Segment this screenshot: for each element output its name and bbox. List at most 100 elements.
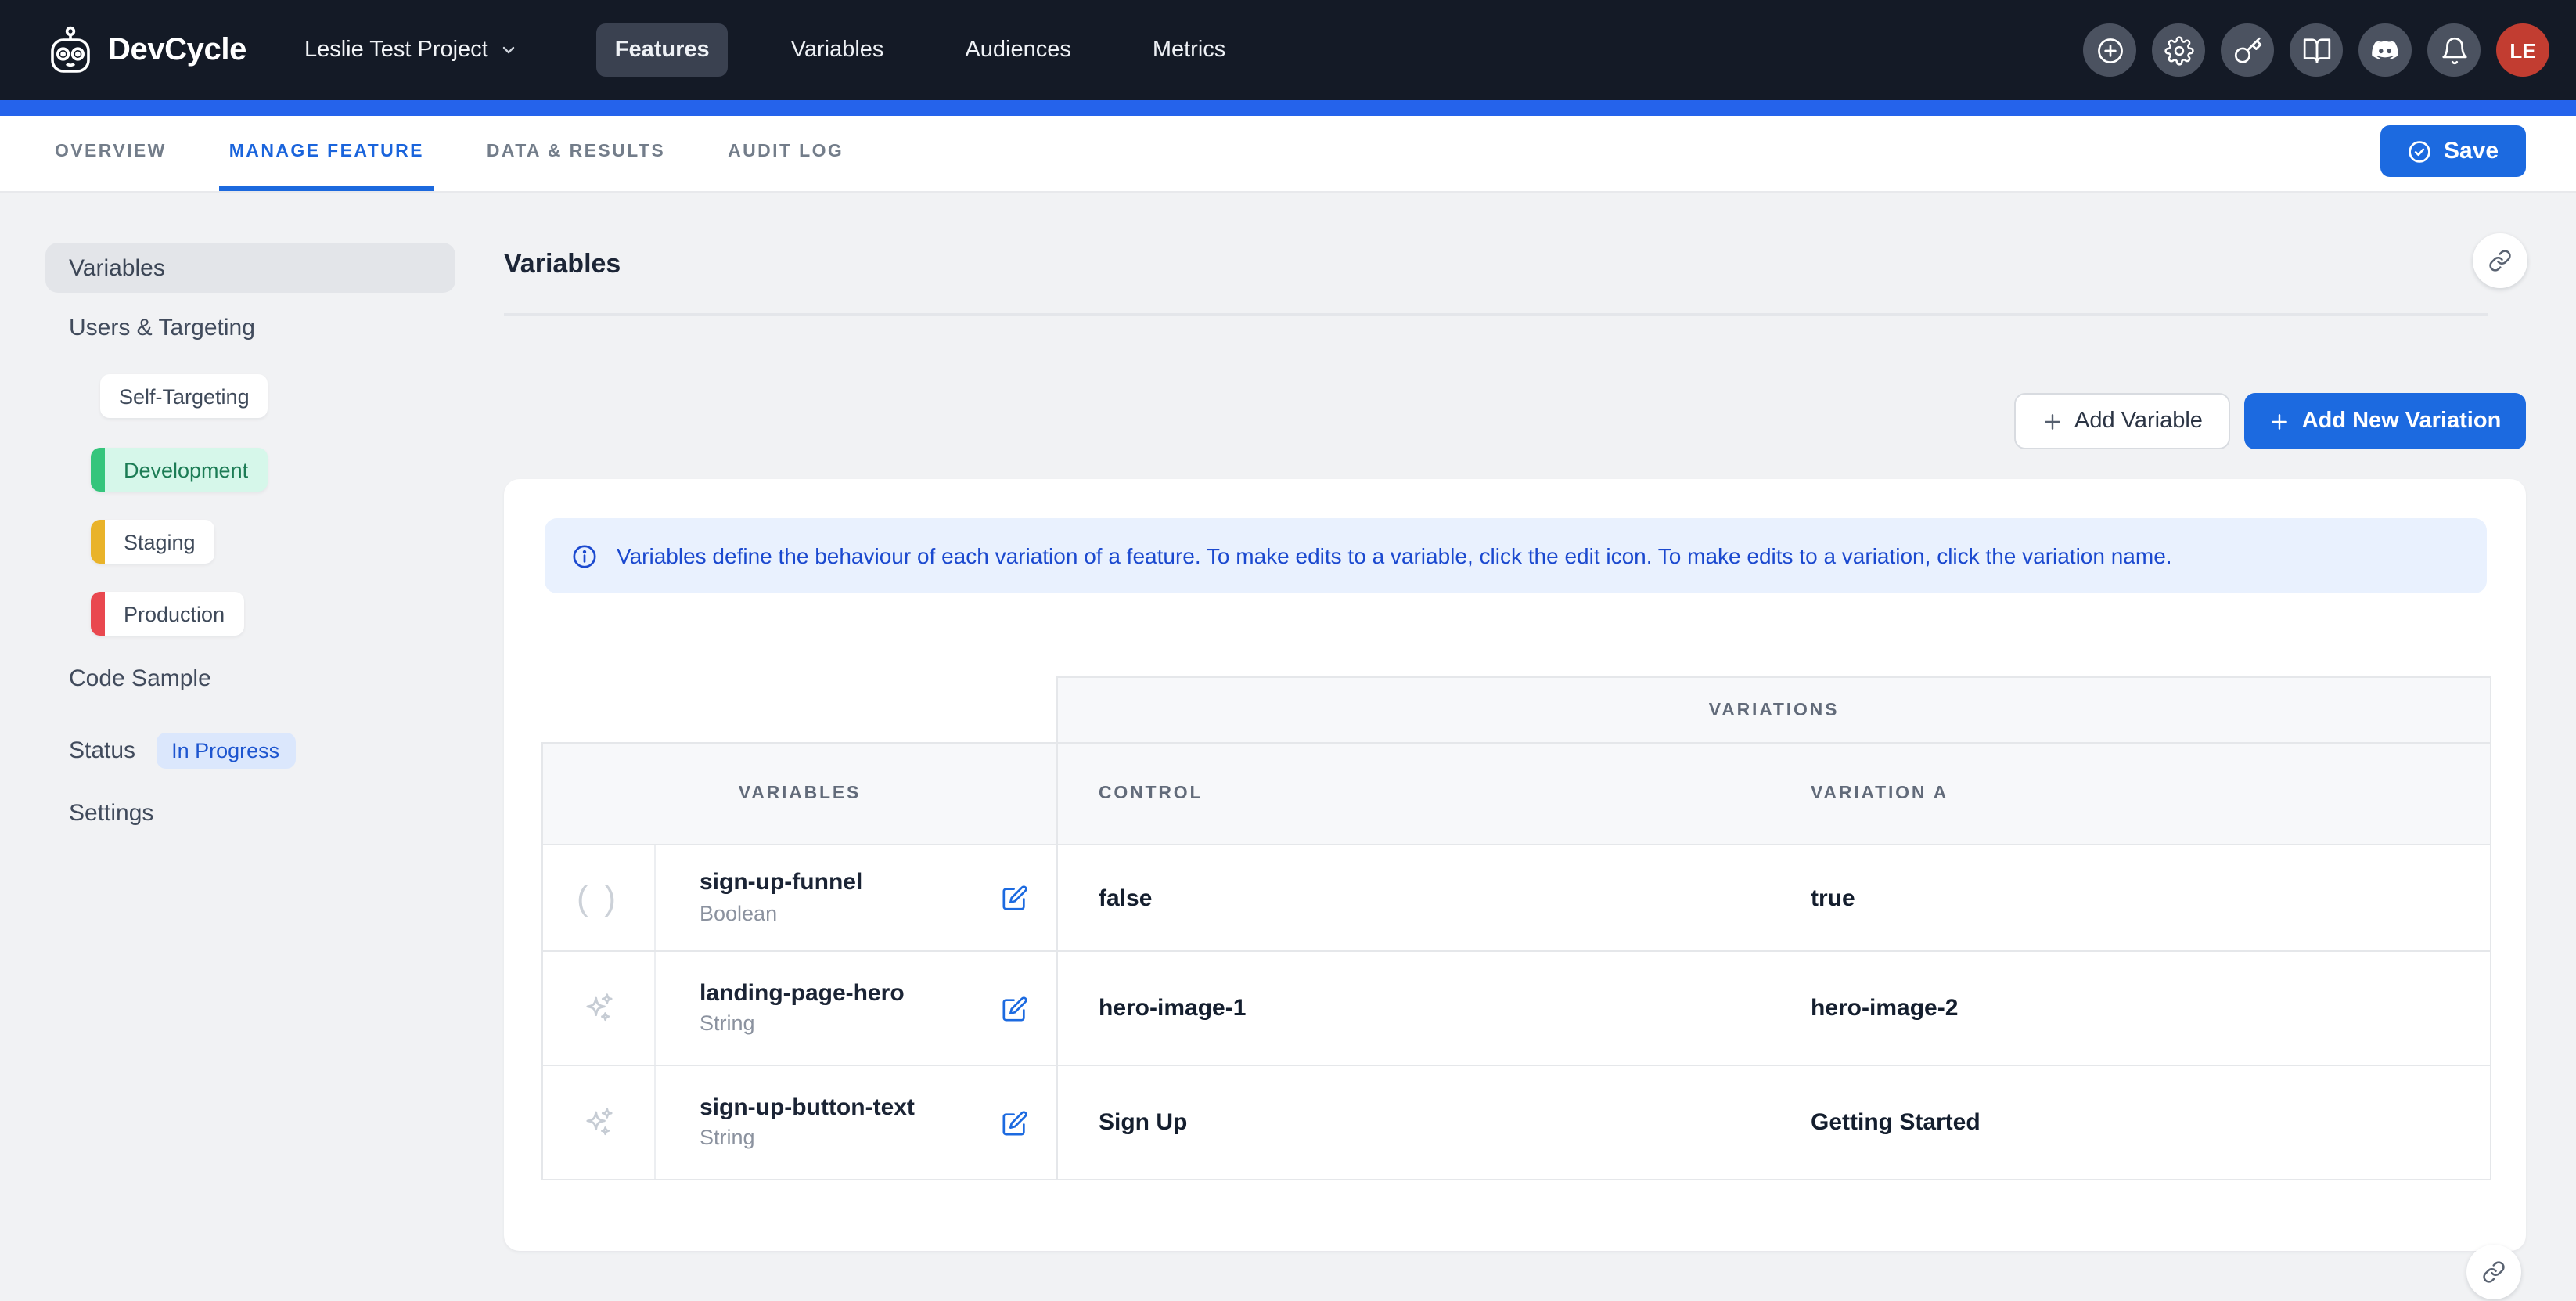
variables-table: VARIATIONS VARIABLES CONTROL VARIATION A… xyxy=(541,676,2491,1180)
string-type-icon xyxy=(543,1066,656,1179)
sidebar-item-users-targeting[interactable]: Users & Targeting xyxy=(69,315,255,341)
table-row: landing-page-hero String hero-image-1 he… xyxy=(541,952,2491,1066)
control-value: false xyxy=(1099,885,1152,911)
section-link-button[interactable] xyxy=(2473,233,2527,288)
variable-name-cell: sign-up-button-text String xyxy=(656,1066,1058,1179)
sidebar-item-variables[interactable]: Variables xyxy=(45,243,455,293)
variation-column-headers: CONTROL VARIATION A xyxy=(1058,744,2490,844)
control-value: hero-image-1 xyxy=(1099,995,1246,1022)
variation-a-value: true xyxy=(1811,885,1855,911)
notifications-bell-button[interactable] xyxy=(2427,23,2481,77)
string-type-icon xyxy=(543,952,656,1065)
variable-name-cell: sign-up-funnel Boolean xyxy=(656,845,1058,950)
variable-type: Boolean xyxy=(700,899,862,928)
nav-item-features[interactable]: Features xyxy=(596,23,729,77)
tab-audit-log[interactable]: AUDIT LOG xyxy=(718,116,853,191)
link-icon xyxy=(2482,1260,2506,1284)
project-selector-label: Leslie Test Project xyxy=(304,38,488,63)
control-column-label[interactable]: CONTROL xyxy=(1099,784,1203,803)
feature-progress-strip xyxy=(0,100,2576,116)
variable-name: sign-up-funnel xyxy=(700,868,862,900)
nav-item-metrics[interactable]: Metrics xyxy=(1134,23,1244,77)
info-banner-text: Variables define the behaviour of each v… xyxy=(617,543,2172,568)
feature-sidebar: Variables Users & Targeting Self-Targeti… xyxy=(0,193,504,1301)
brand-logo[interactable]: DevCycle xyxy=(47,25,246,75)
sidebar-env-production[interactable]: Production xyxy=(91,592,243,636)
primary-nav: Features Variables Audiences Metrics xyxy=(596,23,1245,77)
variation-a-column-label[interactable]: VARIATION A xyxy=(1811,784,1948,803)
discord-button[interactable] xyxy=(2358,23,2412,77)
edit-variable-button[interactable] xyxy=(1002,995,1028,1022)
header-spacer xyxy=(541,676,1056,742)
table-row: sign-up-button-text String Sign Up Getti… xyxy=(541,1066,2491,1180)
tab-data-results[interactable]: DATA & RESULTS xyxy=(477,116,675,191)
project-selector[interactable]: Leslie Test Project xyxy=(304,38,518,63)
variation-a-value: Getting Started xyxy=(1811,1109,1981,1136)
tab-manage-feature[interactable]: MANAGE FEATURE xyxy=(220,116,434,191)
plus-icon xyxy=(2269,411,2290,431)
nav-item-variables[interactable]: Variables xyxy=(772,23,903,77)
variables-card: Variables define the behaviour of each v… xyxy=(504,479,2526,1251)
status-label: Status xyxy=(69,737,135,764)
devcycle-robot-icon xyxy=(47,25,94,75)
sidebar-env-staging[interactable]: Staging xyxy=(91,520,214,564)
edit-variable-button[interactable] xyxy=(1002,1109,1028,1136)
save-button-label: Save xyxy=(2444,138,2499,164)
variations-group-header-label: VARIATIONS xyxy=(1709,701,1839,719)
add-new-variation-button[interactable]: Add New Variation xyxy=(2244,393,2526,449)
variables-column-header: VARIABLES xyxy=(543,744,1058,844)
brand-name: DevCycle xyxy=(108,32,246,68)
api-keys-button[interactable] xyxy=(2221,23,2274,77)
env-label: Staging xyxy=(105,520,214,564)
sidebar-item-code-sample[interactable]: Code Sample xyxy=(69,665,211,692)
env-color-bar xyxy=(91,520,105,564)
status-badge: In Progress xyxy=(156,733,295,769)
env-color-bar xyxy=(91,448,105,492)
add-variable-button[interactable]: Add Variable xyxy=(2014,393,2230,449)
save-button[interactable]: Save xyxy=(2380,125,2526,177)
variable-type: String xyxy=(700,1010,905,1038)
main-content: Variables Add Variable Add New Variation… xyxy=(504,193,2576,1301)
edit-variable-button[interactable] xyxy=(1002,885,1028,911)
plus-icon xyxy=(2042,411,2062,431)
chevron-down-icon xyxy=(499,41,518,59)
sidebar-item-status[interactable]: Status In Progress xyxy=(69,733,295,769)
info-banner: Variables define the behaviour of each v… xyxy=(545,518,2487,593)
link-icon xyxy=(2488,249,2512,272)
env-color-bar xyxy=(91,592,105,636)
settings-gear-button[interactable] xyxy=(2152,23,2205,77)
docs-book-button[interactable] xyxy=(2290,23,2343,77)
env-label: Development xyxy=(105,448,267,492)
user-avatar[interactable]: LE xyxy=(2496,23,2549,77)
variable-name: landing-page-hero xyxy=(700,978,905,1011)
feature-tabs: OVERVIEW MANAGE FEATURE DATA & RESULTS A… xyxy=(45,116,853,191)
variable-name: sign-up-button-text xyxy=(700,1093,915,1125)
variation-a-value: hero-image-2 xyxy=(1811,995,1958,1022)
column-header-row: VARIABLES CONTROL VARIATION A xyxy=(541,742,2491,845)
boolean-type-icon: ( ) xyxy=(543,845,656,950)
app-viewport: DevCycle Leslie Test Project Features Va… xyxy=(0,0,2576,1301)
page-title: Variables xyxy=(504,249,621,280)
variations-group-header: VARIATIONS xyxy=(1056,676,2491,742)
sidebar-env-self-targeting[interactable]: Self-Targeting xyxy=(100,374,268,418)
table-row: ( ) sign-up-funnel Boolean false true xyxy=(541,845,2491,952)
feature-tabbar: OVERVIEW MANAGE FEATURE DATA & RESULTS A… xyxy=(0,116,2576,193)
variable-type: String xyxy=(700,1124,915,1152)
sidebar-env-development[interactable]: Development xyxy=(91,448,267,492)
add-circle-button[interactable] xyxy=(2083,23,2136,77)
check-circle-icon xyxy=(2408,139,2433,164)
nav-item-audiences[interactable]: Audiences xyxy=(946,23,1089,77)
variables-column-label: VARIABLES xyxy=(739,784,861,803)
add-new-variation-label: Add New Variation xyxy=(2302,409,2502,434)
sidebar-item-settings[interactable]: Settings xyxy=(69,800,153,827)
env-label: Production xyxy=(105,592,243,636)
variation-values-cell: hero-image-1 hero-image-2 xyxy=(1058,952,2490,1065)
variations-group-header-row: VARIATIONS xyxy=(541,676,2491,742)
title-divider xyxy=(504,313,2488,316)
navbar-actions: LE xyxy=(2083,0,2549,100)
section-link-button[interactable] xyxy=(2466,1245,2521,1299)
tab-overview[interactable]: OVERVIEW xyxy=(45,116,176,191)
add-variable-label: Add Variable xyxy=(2074,409,2203,434)
variable-name-cell: landing-page-hero String xyxy=(656,952,1058,1065)
variation-values-cell: false true xyxy=(1058,845,2490,950)
